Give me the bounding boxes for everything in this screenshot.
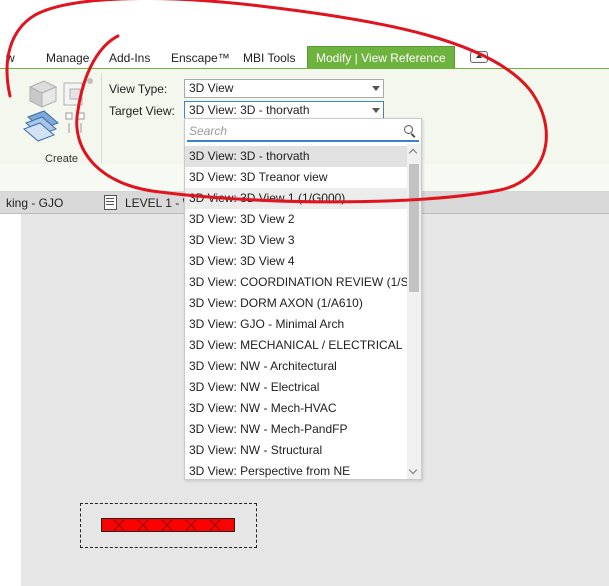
list-item[interactable]: 3D View: 3D View 4 xyxy=(185,251,407,272)
tab-modify-view-reference[interactable]: Modify | View Reference xyxy=(307,46,455,68)
list-item[interactable]: 3D View: NW - Electrical xyxy=(185,377,407,398)
create-panel: Create xyxy=(18,73,102,165)
cross-hatch-pattern xyxy=(113,519,221,531)
search-icon[interactable] xyxy=(404,125,413,134)
tab-view[interactable]: w xyxy=(6,48,15,68)
target-view-dropdown-list: 3D View: 3D - thorvath 3D View: 3D Trean… xyxy=(184,118,422,480)
ribbon-tab-bar: w Manage Add-Ins Enscape™ MBI Tools Modi… xyxy=(0,46,609,68)
search-box xyxy=(187,121,419,142)
canvas-gutter xyxy=(0,214,21,586)
sheets-icon[interactable] xyxy=(23,110,59,142)
view-type-value: 3D View xyxy=(189,81,234,95)
list-item[interactable]: 3D View: NW - Mech-PandFP xyxy=(185,419,407,440)
list-item[interactable]: 3D View: 3D View 1 (1/G000) xyxy=(185,188,407,209)
place-view-icon[interactable] xyxy=(63,78,93,106)
tab-enscape[interactable]: Enscape™ xyxy=(171,48,230,68)
list-item[interactable]: 3D View: 3D Treanor view xyxy=(185,167,407,188)
tab-manage[interactable]: Manage xyxy=(46,48,89,68)
view-type-label: View Type: xyxy=(109,82,168,96)
tab-mbi-tools[interactable]: MBI Tools xyxy=(243,48,295,68)
list-item[interactable]: 3D View: 3D View 3 xyxy=(185,230,407,251)
chevron-down-icon[interactable] xyxy=(372,108,380,113)
tab-add-ins[interactable]: Add-Ins xyxy=(109,48,150,68)
chevron-down-icon[interactable] xyxy=(372,86,380,91)
cube-icon[interactable] xyxy=(28,80,58,108)
list-item[interactable]: 3D View: MECHANICAL / ELECTRICAL xyxy=(185,335,407,356)
minimize-ribbon-icon[interactable] xyxy=(470,51,488,63)
list-item[interactable]: 3D View: Perspective from NE xyxy=(185,461,407,479)
move-icon[interactable] xyxy=(65,112,85,133)
list-item[interactable]: 3D View: 3D View 2 xyxy=(185,209,407,230)
dropdown-scrollbar[interactable] xyxy=(407,144,421,479)
target-view-value: 3D View: 3D - thorvath xyxy=(189,103,310,117)
view-type-dropdown[interactable]: 3D View xyxy=(184,79,384,98)
search-input[interactable] xyxy=(187,121,397,140)
chevron-up-icon[interactable] xyxy=(408,148,418,158)
list-item[interactable]: 3D View: COORDINATION REVIEW (1/SV) xyxy=(185,272,421,293)
view-reference-element[interactable] xyxy=(101,518,235,532)
chevron-down-icon[interactable] xyxy=(408,465,418,475)
list-item[interactable]: 3D View: GJO - Minimal Arch xyxy=(185,314,407,335)
option-list: 3D View: 3D - thorvath 3D View: 3D Trean… xyxy=(185,146,421,479)
create-tools-icons xyxy=(23,78,93,142)
view-tab-working[interactable]: king - GJO xyxy=(6,196,63,210)
target-view-label: Target View: xyxy=(109,104,175,118)
list-item[interactable]: 3D View: NW - Mech-HVAC xyxy=(185,398,407,419)
list-item[interactable]: 3D View: DORM AXON (1/A610) xyxy=(185,293,407,314)
list-item[interactable]: 3D View: 3D - thorvath xyxy=(185,146,407,167)
list-item[interactable]: 3D View: NW - Structural xyxy=(185,440,407,461)
scrollbar-thumb[interactable] xyxy=(409,164,419,292)
floor-plan-icon xyxy=(104,195,117,210)
list-item[interactable]: 3D View: NW - Architectural xyxy=(185,356,407,377)
